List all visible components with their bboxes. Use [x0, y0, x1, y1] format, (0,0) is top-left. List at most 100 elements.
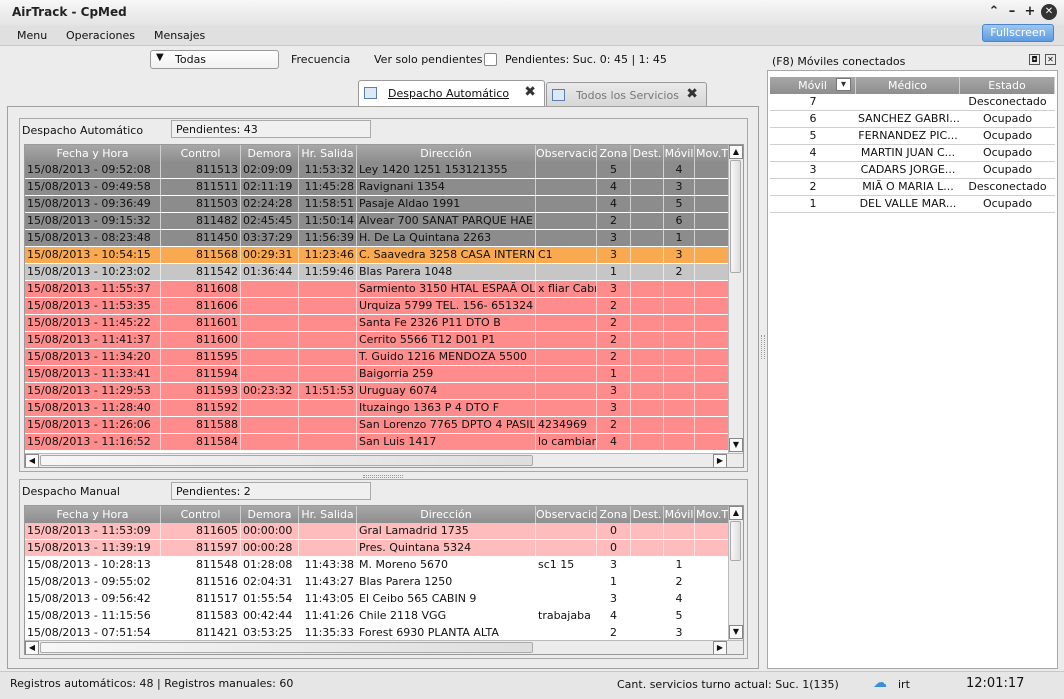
- column-header[interactable]: Fecha y Hora: [25, 145, 161, 162]
- splitter-handle[interactable]: [363, 475, 403, 478]
- table-row[interactable]: 15/08/2013 - 11:41:37 811600 Cerrito 5566 …: [25, 332, 730, 349]
- scroll-left-icon[interactable]: ◀: [25, 454, 39, 467]
- column-header[interactable]: Médico: [856, 77, 960, 94]
- list-item[interactable]: 3 CADARS JORGE... Ocupado: [770, 162, 1055, 179]
- column-header[interactable]: Zona: [597, 506, 631, 523]
- fecha-cell: 15/08/2013 - 09:55:02: [25, 574, 161, 590]
- frecuencia-label[interactable]: Frecuencia: [291, 53, 350, 66]
- observacion-cell: [536, 298, 597, 314]
- table-row[interactable]: 15/08/2013 - 11:53:09 811605 00:00:00 Gral …: [25, 523, 730, 540]
- scroll-left-icon[interactable]: ◀: [25, 641, 39, 654]
- table-row[interactable]: 15/08/2013 - 11:34:20 811595 T. Guido 1216…: [25, 349, 730, 366]
- scroll-thumb[interactable]: [40, 642, 533, 653]
- column-header[interactable]: Control: [161, 145, 241, 162]
- column-header[interactable]: Mov.T: [695, 506, 730, 523]
- scroll-thumb[interactable]: [730, 160, 741, 273]
- ver-pendientes-checkbox[interactable]: [484, 53, 497, 66]
- column-header[interactable]: Mov.T: [695, 145, 730, 162]
- sort-chevron-icon[interactable]: ▾: [836, 78, 851, 91]
- close-tab-icon[interactable]: ✖: [524, 84, 536, 100]
- column-header[interactable]: Dest.: [631, 506, 664, 523]
- zona-cell: 1: [597, 574, 631, 590]
- table-row[interactable]: 15/08/2013 - 11:45:22 811601 Santa Fe 2326…: [25, 315, 730, 332]
- scroll-up-icon[interactable]: ▲: [729, 506, 743, 520]
- column-header[interactable]: Dirección: [357, 145, 536, 162]
- direccion-cell: Gral Lamadrid 1735: [357, 523, 536, 539]
- column-header[interactable]: Móvil: [664, 145, 695, 162]
- scroll-up-icon[interactable]: ▲: [729, 145, 743, 159]
- scroll-thumb[interactable]: [730, 521, 741, 561]
- column-header[interactable]: Hr. Salida: [299, 506, 357, 523]
- scroll-down-icon[interactable]: ▼: [729, 438, 743, 452]
- table-row[interactable]: 15/08/2013 - 10:28:13 811548 01:28:08 11:43…: [25, 557, 730, 574]
- chevron-up-icon[interactable]: ⌃: [986, 4, 1002, 20]
- vertical-scrollbar[interactable]: ▲ ▼: [728, 506, 743, 640]
- column-header[interactable]: Zona: [597, 145, 631, 162]
- horizontal-scrollbar[interactable]: ◀ ▶: [25, 453, 743, 467]
- column-header[interactable]: Hr. Salida: [299, 145, 357, 162]
- list-item[interactable]: 5 FERNANDEZ PIC... Ocupado: [770, 128, 1055, 145]
- close-tab-icon[interactable]: ✖: [686, 86, 698, 102]
- sucursal-select[interactable]: ▼ Todas: [150, 50, 279, 69]
- menu-item-mensajes[interactable]: Mensajes: [154, 29, 205, 42]
- table-row[interactable]: 15/08/2013 - 11:28:40 811592 Ituzaingo 136…: [25, 400, 730, 417]
- list-item[interactable]: 4 MARTIN JUAN C... Ocupado: [770, 145, 1055, 162]
- table-row[interactable]: 15/08/2013 - 11:29:53 811593 00:23:32 11:51…: [25, 383, 730, 400]
- table-row[interactable]: 15/08/2013 - 10:23:02 811542 01:36:44 11:59…: [25, 264, 730, 281]
- table-row[interactable]: 15/08/2013 - 09:52:08 811513 02:09:09 11:53…: [25, 162, 730, 179]
- table-row[interactable]: 15/08/2013 - 11:26:06 811588 San Lorenzo 7…: [25, 417, 730, 434]
- scroll-down-icon[interactable]: ▼: [729, 625, 743, 639]
- undock-icon[interactable]: ◘: [1029, 54, 1040, 65]
- control-cell: 811542: [161, 264, 241, 280]
- table-row[interactable]: 15/08/2013 - 11:53:35 811606 Urquiza 5799 …: [25, 298, 730, 315]
- scroll-right-icon[interactable]: ▶: [713, 641, 727, 654]
- column-header[interactable]: Observacion: [536, 506, 597, 523]
- fullscreen-button[interactable]: Fullscreen: [982, 24, 1054, 42]
- column-header[interactable]: Demora: [241, 145, 299, 162]
- table-row[interactable]: 15/08/2013 - 09:55:02 811516 02:04:31 11:43…: [25, 574, 730, 591]
- panel-splitter[interactable]: [761, 335, 765, 359]
- movt-cell: [695, 196, 730, 212]
- tab-todos-servicios[interactable]: Todos los Servicios ✖: [546, 82, 707, 107]
- column-header[interactable]: Móvil: [664, 506, 695, 523]
- vertical-scrollbar[interactable]: ▲ ▼: [728, 145, 743, 453]
- zona-cell: 0: [597, 523, 631, 539]
- close-icon[interactable]: ✕: [1041, 4, 1057, 20]
- list-item[interactable]: 7 Desconectado: [770, 94, 1055, 111]
- movil-cell: [664, 349, 695, 365]
- table-row[interactable]: 15/08/2013 - 09:36:49 811503 02:24:28 11:58…: [25, 196, 730, 213]
- column-header[interactable]: Demora: [241, 506, 299, 523]
- table-row[interactable]: 15/08/2013 - 11:55:37 811608 Sarmiento 315…: [25, 281, 730, 298]
- menu-item-menu[interactable]: Menu: [17, 29, 47, 42]
- table-row[interactable]: 15/08/2013 - 10:54:15 811568 00:29:31 11:23…: [25, 247, 730, 264]
- manual-pendientes: Pendientes: 2: [171, 482, 371, 500]
- list-item[interactable]: 1 DEL VALLE MAR... Ocupado: [770, 196, 1055, 213]
- list-item[interactable]: 6 SANCHEZ GABRI... Ocupado: [770, 111, 1055, 128]
- list-item[interactable]: 2 MIÃ O MARIA L... Desconectado: [770, 179, 1055, 196]
- table-row[interactable]: 15/08/2013 - 09:15:32 811482 02:45:45 11:50…: [25, 213, 730, 230]
- tab-despacho-automatico[interactable]: Despacho Automático ✖: [358, 80, 545, 107]
- column-header[interactable]: Dirección: [357, 506, 536, 523]
- close-panel-icon[interactable]: ✕: [1045, 54, 1056, 65]
- horizontal-scrollbar[interactable]: ◀ ▶: [25, 640, 743, 654]
- estado-cell: Ocupado: [982, 112, 1033, 125]
- table-row[interactable]: 15/08/2013 - 09:49:58 811511 02:11:19 11:45…: [25, 179, 730, 196]
- column-header[interactable]: Fecha y Hora: [25, 506, 161, 523]
- scroll-thumb[interactable]: [40, 455, 533, 466]
- menu-item-operaciones[interactable]: Operaciones: [66, 29, 135, 42]
- column-header[interactable]: Dest.: [631, 145, 664, 162]
- table-row[interactable]: 15/08/2013 - 11:16:52 811584 San Luis 1417…: [25, 434, 730, 451]
- salida-cell: 11:35:33: [299, 625, 357, 641]
- column-header[interactable]: Móvil ▾: [770, 77, 856, 94]
- column-header[interactable]: Control: [161, 506, 241, 523]
- column-header[interactable]: Observacion: [536, 145, 597, 162]
- minimize-icon[interactable]: –: [1004, 4, 1020, 20]
- table-row[interactable]: 15/08/2013 - 11:39:19 811597 00:00:28 Pres.…: [25, 540, 730, 557]
- column-header[interactable]: Estado: [960, 77, 1055, 94]
- table-row[interactable]: 15/08/2013 - 11:15:56 811583 00:42:44 11:41…: [25, 608, 730, 625]
- maximize-icon[interactable]: +: [1022, 4, 1038, 20]
- table-row[interactable]: 15/08/2013 - 09:56:42 811517 01:55:54 11:43…: [25, 591, 730, 608]
- table-row[interactable]: 15/08/2013 - 11:33:41 811594 Baigorria 259…: [25, 366, 730, 383]
- table-row[interactable]: 15/08/2013 - 08:23:48 811450 03:37:29 11:56…: [25, 230, 730, 247]
- scroll-right-icon[interactable]: ▶: [713, 454, 727, 467]
